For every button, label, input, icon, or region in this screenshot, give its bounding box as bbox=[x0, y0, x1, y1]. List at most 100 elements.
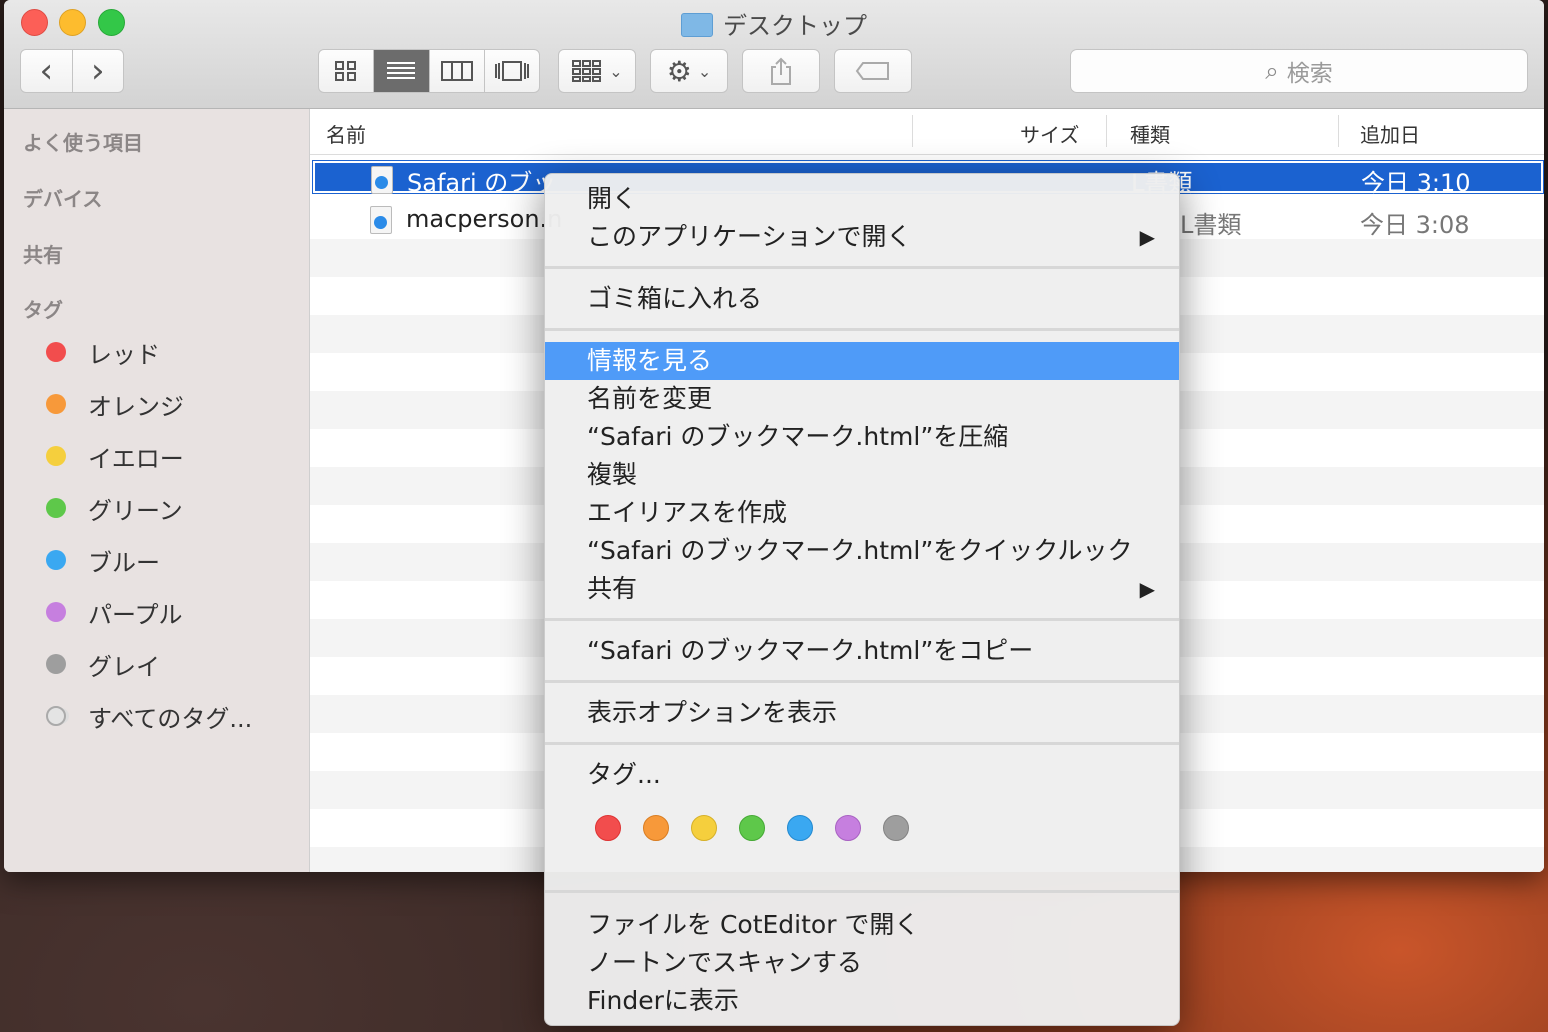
icon-view-button[interactable] bbox=[319, 50, 375, 92]
column-header-date[interactable]: 追加日 bbox=[1360, 119, 1420, 148]
forward-button[interactable]: › bbox=[73, 50, 124, 92]
menu-tag-red[interactable] bbox=[595, 815, 621, 841]
sidebar-tag-label: オレンジ bbox=[88, 392, 184, 421]
column-view-button[interactable] bbox=[430, 50, 485, 92]
chevron-down-icon: ⌄ bbox=[609, 61, 623, 81]
green-tag-dot-icon bbox=[46, 498, 66, 518]
menu-tag-blue[interactable] bbox=[787, 815, 813, 841]
sidebar-tag-gray[interactable]: グレイ bbox=[46, 649, 160, 681]
navigation-buttons: ‹ › bbox=[20, 49, 124, 93]
search-field[interactable]: ⌕ 検索 bbox=[1070, 49, 1528, 93]
menu-item-get-info[interactable]: 情報を見る bbox=[545, 342, 1179, 380]
menu-separator bbox=[545, 266, 1179, 269]
coverflow-view-button[interactable] bbox=[485, 50, 539, 92]
chevron-left-icon: ‹ bbox=[39, 51, 54, 91]
menu-item-label: 共有 bbox=[587, 574, 638, 603]
arrange-button[interactable]: ⌄ bbox=[558, 49, 636, 93]
menu-item-compress[interactable]: “Safari のブックマーク.html”を圧縮 bbox=[545, 418, 1179, 456]
menu-item-duplicate[interactable]: 複製 bbox=[545, 456, 1179, 494]
sidebar-tag-label: パープル bbox=[88, 600, 183, 629]
window-title: デスクトップ bbox=[4, 6, 1544, 41]
html-file-icon bbox=[370, 206, 392, 234]
sidebar-all-tags[interactable]: すべてのタグ... bbox=[46, 701, 253, 733]
menu-item-rename[interactable]: 名前を変更 bbox=[545, 380, 1179, 418]
menu-item-quick-look[interactable]: “Safari のブックマーク.html”をクイックルック bbox=[545, 532, 1179, 570]
file-kind: L書類 bbox=[1180, 211, 1242, 239]
group-grid-icon bbox=[572, 60, 602, 82]
file-date: 今日 3:08 bbox=[1360, 211, 1470, 239]
list-header: 名前 サイズ 種類 追加日 bbox=[310, 109, 1544, 155]
tag-button[interactable] bbox=[834, 49, 912, 93]
column-header-size[interactable]: サイズ bbox=[1020, 119, 1079, 148]
title-bar: デスクトップ ‹ › ⌄ ⚙ ⌄ ⌕ 検索 bbox=[4, 0, 1544, 109]
sidebar-tag-label: ブルー bbox=[88, 548, 160, 577]
column-header-name[interactable]: 名前 bbox=[326, 119, 366, 148]
gray-tag-dot-icon bbox=[46, 654, 66, 674]
menu-item-open-with-coteditor[interactable]: ファイルを CotEditor で開く bbox=[545, 906, 1179, 944]
sidebar-tag-purple[interactable]: パープル bbox=[46, 597, 183, 629]
menu-separator bbox=[545, 742, 1179, 745]
orange-tag-dot-icon bbox=[46, 394, 66, 414]
tag-icon bbox=[855, 62, 889, 80]
columns-icon bbox=[440, 61, 473, 81]
file-name: macperson.n bbox=[406, 205, 563, 233]
column-header-kind[interactable]: 種類 bbox=[1130, 119, 1170, 148]
menu-tag-orange[interactable] bbox=[643, 815, 669, 841]
column-separator[interactable] bbox=[912, 115, 913, 147]
red-tag-dot-icon bbox=[46, 342, 66, 362]
search-placeholder: 検索 bbox=[1286, 61, 1333, 87]
menu-item-open[interactable]: 開く bbox=[545, 180, 1179, 218]
menu-item-make-alias[interactable]: エイリアスを作成 bbox=[545, 494, 1179, 532]
menu-item-open-with[interactable]: このアプリケーションで開く ▶ bbox=[545, 218, 1179, 256]
all-tags-icon bbox=[46, 706, 66, 726]
chevron-down-icon: ⌄ bbox=[697, 61, 712, 81]
column-separator[interactable] bbox=[1338, 115, 1339, 147]
menu-item-tags[interactable]: タグ... bbox=[545, 756, 1179, 794]
sidebar-tag-yellow[interactable]: イエロー bbox=[46, 441, 184, 473]
folder-icon bbox=[681, 13, 713, 37]
menu-item-share[interactable]: 共有 ▶ bbox=[545, 570, 1179, 608]
sidebar-tag-red[interactable]: レッド bbox=[46, 337, 160, 369]
sidebar: よく使う項目 デバイス 共有 タグ レッド オレンジ イエロー グリーン ブルー… bbox=[4, 109, 310, 872]
file-date: 今日 3:10 bbox=[1361, 169, 1471, 197]
blue-tag-dot-icon bbox=[46, 550, 66, 570]
sidebar-tag-blue[interactable]: ブルー bbox=[46, 545, 160, 577]
menu-tag-gray[interactable] bbox=[883, 815, 909, 841]
chevron-right-icon: › bbox=[90, 51, 105, 91]
action-button[interactable]: ⚙ ⌄ bbox=[650, 49, 728, 93]
list-icon bbox=[387, 62, 416, 79]
sidebar-tag-label: イエロー bbox=[88, 444, 184, 473]
share-button[interactable] bbox=[742, 49, 820, 93]
coverflow-icon bbox=[494, 61, 529, 81]
column-separator[interactable] bbox=[1106, 115, 1107, 147]
sidebar-tag-label: すべてのタグ... bbox=[88, 704, 253, 733]
sidebar-tag-label: グレイ bbox=[88, 652, 160, 681]
menu-item-label: このアプリケーションで開く bbox=[587, 222, 912, 251]
menu-separator bbox=[545, 618, 1179, 621]
sidebar-tag-orange[interactable]: オレンジ bbox=[46, 389, 184, 421]
sidebar-heading-tags[interactable]: タグ bbox=[23, 294, 63, 323]
menu-item-norton-scan[interactable]: ノートンでスキャンする bbox=[545, 944, 1179, 982]
list-view-button[interactable] bbox=[374, 50, 430, 92]
menu-item-show-view-options[interactable]: 表示オプションを表示 bbox=[545, 694, 1179, 732]
sidebar-tag-green[interactable]: グリーン bbox=[46, 493, 183, 525]
sidebar-tag-label: レッド bbox=[88, 340, 160, 369]
grid-icon bbox=[335, 61, 357, 81]
gear-icon: ⚙ bbox=[666, 54, 692, 88]
menu-tag-green[interactable] bbox=[739, 815, 765, 841]
sidebar-heading-shared[interactable]: 共有 bbox=[23, 239, 63, 268]
menu-item-move-to-trash[interactable]: ゴミ箱に入れる bbox=[545, 280, 1179, 318]
html-file-icon bbox=[371, 166, 393, 194]
menu-separator bbox=[545, 328, 1179, 331]
back-button[interactable]: ‹ bbox=[21, 50, 73, 92]
menu-item-copy[interactable]: “Safari のブックマーク.html”をコピー bbox=[545, 632, 1179, 670]
menu-separator bbox=[545, 890, 1179, 893]
menu-item-reveal-in-finder[interactable]: Finderに表示 bbox=[545, 982, 1179, 1020]
yellow-tag-dot-icon bbox=[46, 446, 66, 466]
menu-tag-purple[interactable] bbox=[835, 815, 861, 841]
menu-tag-yellow[interactable] bbox=[691, 815, 717, 841]
view-mode-segmented bbox=[318, 49, 540, 93]
sidebar-heading-favorites[interactable]: よく使う項目 bbox=[23, 127, 143, 156]
window-title-text: デスクトップ bbox=[723, 12, 867, 40]
sidebar-heading-devices[interactable]: デバイス bbox=[23, 183, 102, 212]
